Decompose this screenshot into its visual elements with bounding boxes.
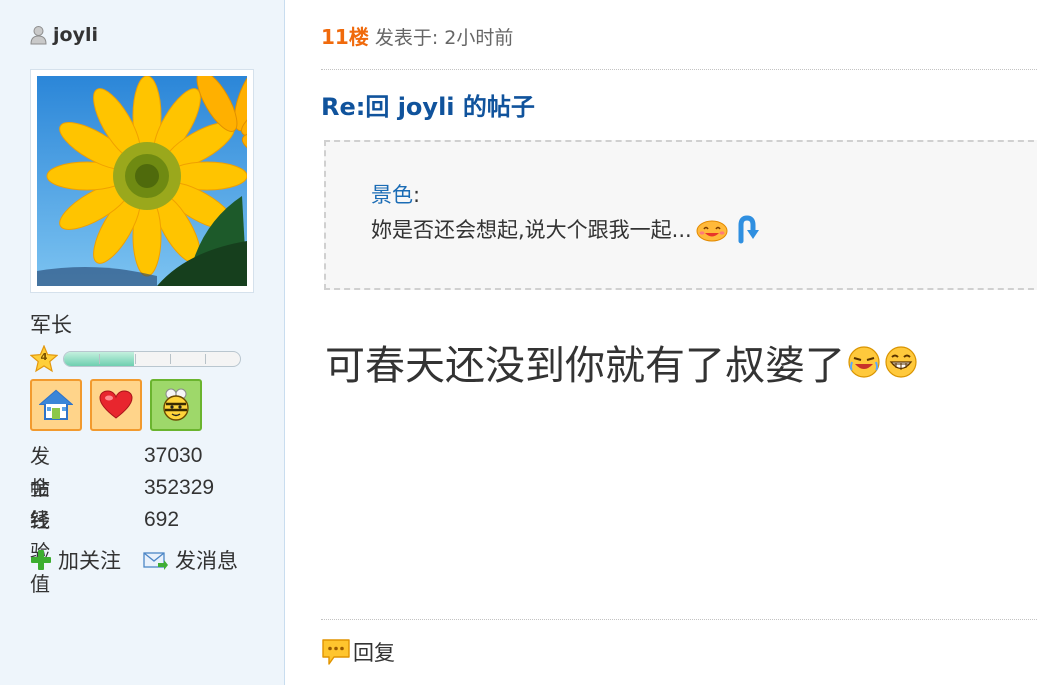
quote-author-name[interactable]: 景色 [371, 183, 413, 207]
quote-text-content: 妳是否还会想起,说大个跟我一起... [371, 218, 692, 242]
user-sidebar: joyli 军长 4 发帖 37030 金钱 352329 经 值 692 加关… [0, 0, 285, 685]
level-segment-divider [135, 354, 136, 364]
heart-badge[interactable] [90, 379, 142, 431]
post-meta: 11楼 发表于: 2小时前 [321, 21, 513, 50]
plus-icon [31, 550, 51, 570]
user-row: joyli [30, 22, 98, 48]
divider [321, 619, 1037, 620]
level-progress-bar [63, 351, 241, 367]
user-rank: 军长 [30, 313, 72, 337]
level-segment-divider [205, 354, 206, 364]
send-message-label: 发消息 [175, 549, 238, 573]
house-icon [39, 389, 73, 420]
avatar[interactable] [30, 69, 254, 293]
level-star-icon: 4 [29, 344, 59, 373]
quote-author-colon: : [413, 183, 421, 207]
quote-text: 妳是否还会想起,说大个跟我一起... [371, 214, 762, 244]
floor-number: 11楼 [321, 25, 369, 49]
send-message-button[interactable]: 发消息 [143, 545, 238, 575]
reply-button[interactable]: 回复 [321, 637, 395, 667]
user-actions: 加关注 发消息 [30, 545, 238, 575]
user-icon [30, 26, 47, 45]
level-indicator: 4 [29, 344, 241, 374]
envelope-icon [143, 552, 168, 570]
crying-laugh-emoji-icon [848, 346, 880, 378]
sunflower-avatar-image [37, 76, 247, 286]
follow-button[interactable]: 加关注 [30, 545, 121, 575]
divider [321, 69, 1037, 70]
stat-value: 692 [144, 508, 180, 531]
stat-value: 37030 [144, 444, 203, 467]
blush-smile-emoji-icon [696, 220, 728, 242]
post-time: 发表于: 2小时前 [374, 27, 514, 49]
quote-block: 景色: 妳是否还会想起,说大个跟我一起... [324, 140, 1037, 290]
bee-badge[interactable] [150, 379, 202, 431]
post-title: Re:回 joyli 的帖子 [321, 93, 535, 121]
post-content-text: 可春天还没到你就有了叔婆了 [325, 343, 845, 389]
house-badge[interactable] [30, 379, 82, 431]
level-segment-divider [170, 354, 171, 364]
grinning-emoji-icon [885, 346, 917, 378]
follow-label: 加关注 [58, 549, 121, 573]
bee-icon [163, 388, 189, 421]
quote-author: 景色: [371, 179, 420, 209]
username[interactable]: joyli [53, 24, 98, 46]
badge-list [30, 379, 210, 431]
stat-value: 352329 [144, 476, 215, 499]
u-turn-arrow-emoji-icon [738, 215, 759, 244]
level-segment-divider [99, 354, 100, 364]
level-number: 4 [40, 352, 48, 363]
heart-icon [99, 390, 133, 419]
reply-label: 回复 [353, 641, 395, 665]
speech-bubble-icon [322, 639, 350, 665]
post-content: 可春天还没到你就有了叔婆了 [325, 333, 919, 391]
